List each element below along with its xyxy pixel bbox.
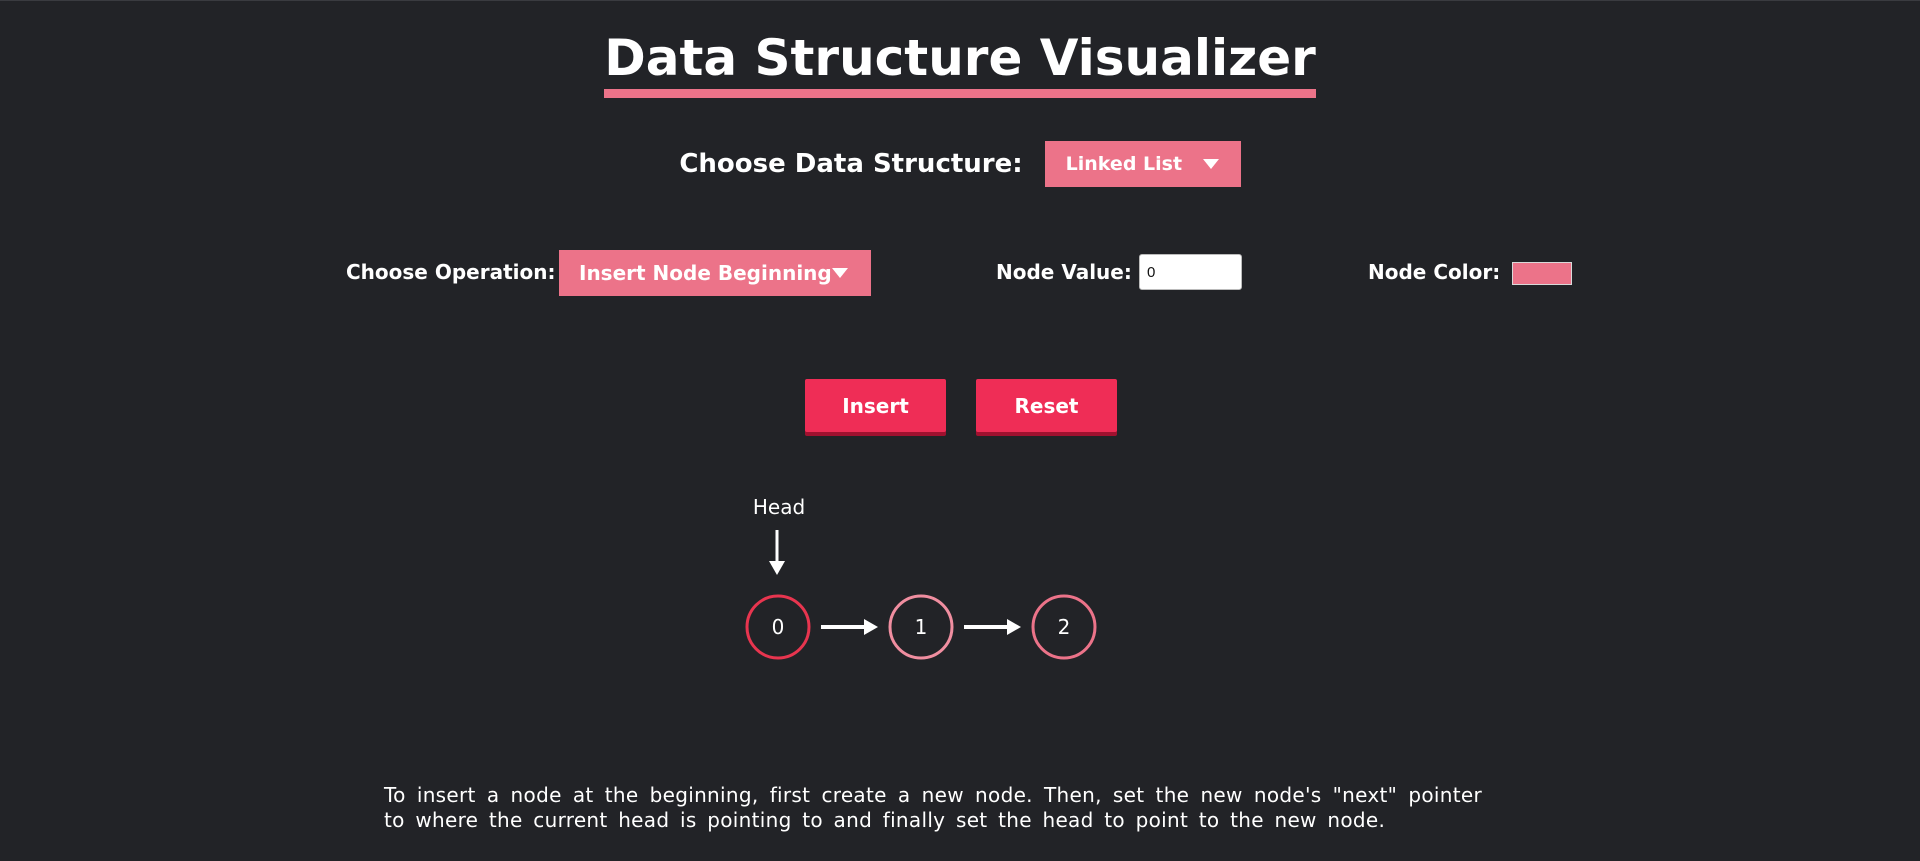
page-title-text: Data Structure Visualizer [604, 27, 1316, 98]
node-value-label: Node Value: [996, 260, 1132, 284]
operation-select-value: Insert Node Beginning [579, 261, 832, 285]
operation-description: To insert a node at the beginning, first… [384, 783, 1482, 832]
list-node-circle [1031, 594, 1097, 660]
chevron-down-icon [1202, 159, 1219, 169]
node-value-input[interactable] [1139, 254, 1242, 290]
node-color-picker[interactable] [1512, 262, 1572, 285]
structure-select-value: Linked List [1065, 153, 1183, 175]
structure-select-dropdown[interactable]: Linked List [1044, 141, 1241, 187]
next-pointer-arrow [964, 619, 1021, 635]
list-node-value: 2 [1058, 615, 1071, 639]
next-pointer-arrow [821, 619, 878, 635]
list-node-value: 1 [915, 615, 928, 639]
operation-select-label: Choose Operation: [346, 260, 556, 284]
nodes-layer: 0 1 2 [745, 594, 1097, 660]
node-color-label: Node Color: [1368, 260, 1501, 284]
head-label: Head [753, 495, 805, 519]
structure-select-row: Choose Data Structure: Linked List [0, 141, 1920, 187]
list-node-circle [888, 594, 954, 660]
list-node: 0 [745, 594, 811, 660]
linked-list-visualization: Head 0 1 2 [745, 495, 1097, 660]
chevron-down-icon [831, 268, 848, 278]
list-node: 1 [888, 594, 954, 660]
reset-button[interactable]: Reset [976, 379, 1117, 432]
list-node-value: 0 [772, 615, 785, 639]
insert-button[interactable]: Insert [805, 379, 946, 432]
list-node: 2 [1031, 594, 1097, 660]
list-node-circle [745, 594, 811, 660]
head-pointer-arrow [769, 530, 785, 575]
structure-select-label: Choose Data Structure: [679, 149, 1023, 179]
page-title: Data Structure Visualizer [0, 27, 1920, 98]
operation-select-dropdown[interactable]: Insert Node Beginning [559, 250, 871, 296]
page: Data Structure Visualizer Choose Data St… [0, 0, 1920, 861]
